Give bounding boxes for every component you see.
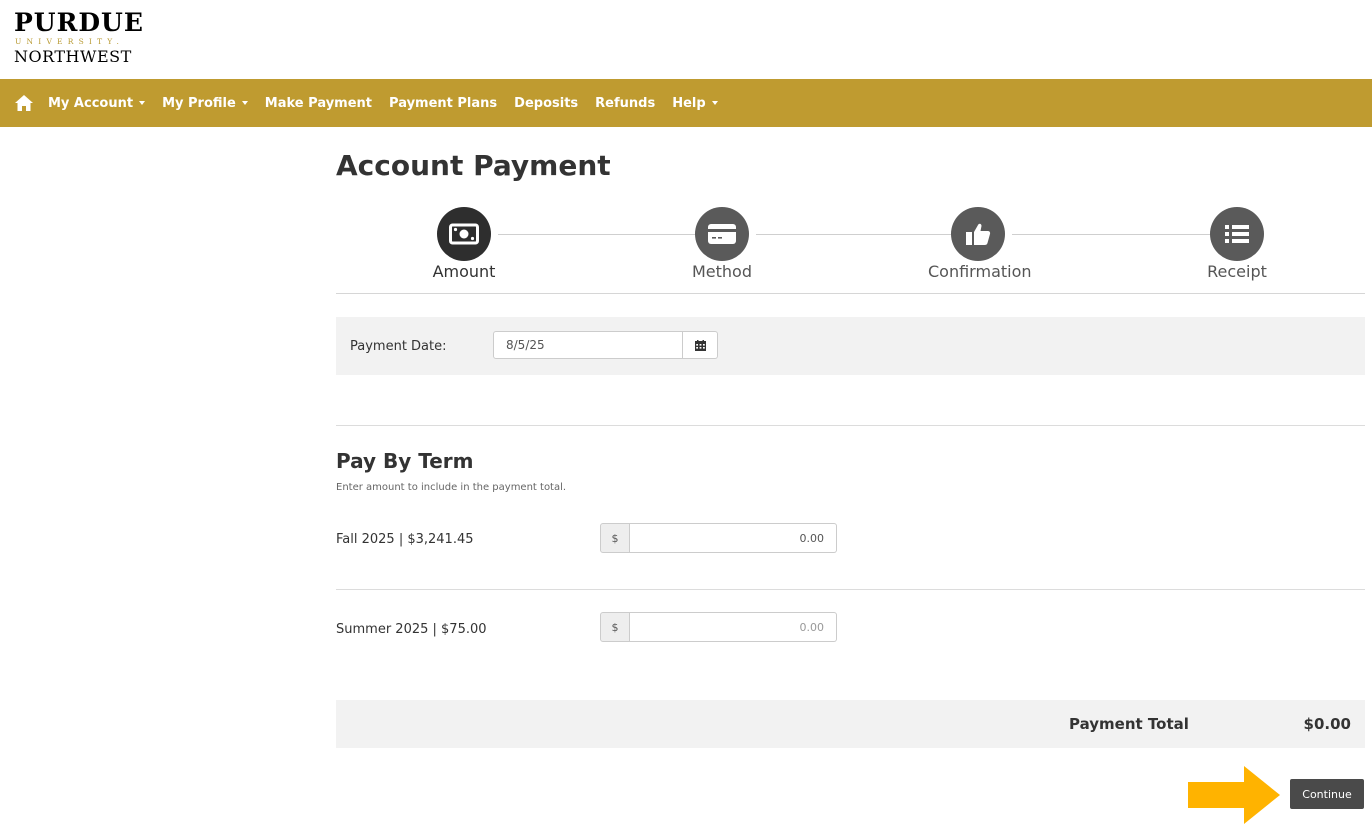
calendar-icon (694, 339, 706, 351)
arrow-pointer-icon (1188, 766, 1280, 824)
nav-my-account-label: My Account (48, 95, 134, 111)
payment-steps: Amount Method Confirmation Receipt (336, 183, 1365, 294)
nav-deposits-label: Deposits (514, 95, 579, 111)
nav-payment-plans[interactable]: Payment Plans (389, 96, 497, 111)
main-content: Account Payment Amount Method Confirmati… (336, 127, 1365, 809)
page-title: Account Payment (336, 149, 611, 182)
logo-line-3: NORTHWEST (14, 47, 132, 66)
step-confirmation-label: Confirmation (928, 262, 1032, 281)
thumbs-up-icon (966, 223, 991, 245)
step-receipt: Receipt (1187, 207, 1287, 282)
university-logo: PURDUE UNIVERSITY. NORTHWEST (14, 10, 164, 76)
step-method-label: Method (691, 262, 752, 281)
nav-my-account[interactable]: My Account (48, 95, 146, 111)
payment-date-label: Payment Date: (350, 339, 447, 354)
step-amount-circle (437, 207, 491, 261)
payment-total-value: $0.00 (1303, 715, 1351, 733)
step-confirmation: Confirmation (928, 207, 1032, 282)
nav-my-profile-label: My Profile (162, 95, 236, 111)
step-connector (1012, 234, 1212, 235)
money-icon (449, 223, 479, 245)
step-method-circle (695, 207, 749, 261)
chevron-down-icon (711, 101, 718, 105)
home-button[interactable] (12, 91, 36, 115)
nav-refunds[interactable]: Refunds (595, 96, 655, 111)
step-method: Method (672, 207, 772, 282)
calendar-button[interactable] (683, 331, 718, 359)
nav-make-payment[interactable]: Make Payment (265, 96, 372, 111)
currency-addon: $ (600, 612, 630, 642)
pay-by-term-title: Pay By Term (336, 449, 474, 473)
nav-refunds-label: Refunds (595, 95, 656, 111)
step-receipt-label: Receipt (1207, 262, 1267, 281)
term-summer-amount-input[interactable] (630, 612, 837, 642)
payment-total-label: Payment Total (1069, 715, 1189, 733)
term-summer-label: Summer 2025 | $75.00 (336, 622, 487, 637)
step-receipt-circle (1210, 207, 1264, 261)
section-divider (336, 425, 1365, 426)
step-connector (756, 234, 952, 235)
nav-my-profile[interactable]: My Profile (162, 96, 248, 111)
step-amount-label: Amount (432, 262, 496, 281)
currency-addon: $ (600, 523, 630, 553)
step-confirmation-circle (951, 207, 1005, 261)
chevron-down-icon (139, 101, 146, 105)
logo-line-2: UNIVERSITY. (15, 37, 125, 46)
nav-deposits[interactable]: Deposits (514, 96, 578, 111)
step-amount: Amount (414, 207, 514, 282)
step-connector (498, 234, 696, 235)
payment-total-panel: Payment Total $0.00 (336, 700, 1365, 748)
nav-help[interactable]: Help (672, 95, 718, 111)
nav-payment-plans-label: Payment Plans (389, 95, 498, 111)
payment-date-panel: Payment Date: (336, 317, 1365, 375)
pay-by-term-subtitle: Enter amount to include in the payment t… (336, 482, 567, 493)
nav-make-payment-label: Make Payment (264, 95, 373, 111)
term-divider (336, 589, 1365, 590)
term-fall-label: Fall 2025 | $3,241.45 (336, 532, 474, 547)
credit-card-icon (708, 224, 736, 244)
chevron-down-icon (241, 101, 248, 105)
logo-line-1: PURDUE (14, 8, 144, 37)
main-nav: My Account My Profile Make Payment Payme… (0, 79, 1372, 127)
list-icon (1225, 225, 1249, 243)
home-icon (15, 95, 33, 111)
term-fall-amount-input[interactable] (630, 523, 837, 553)
nav-help-label: Help (672, 95, 706, 111)
continue-button[interactable]: Continue (1290, 779, 1364, 809)
payment-date-input[interactable] (493, 331, 683, 359)
